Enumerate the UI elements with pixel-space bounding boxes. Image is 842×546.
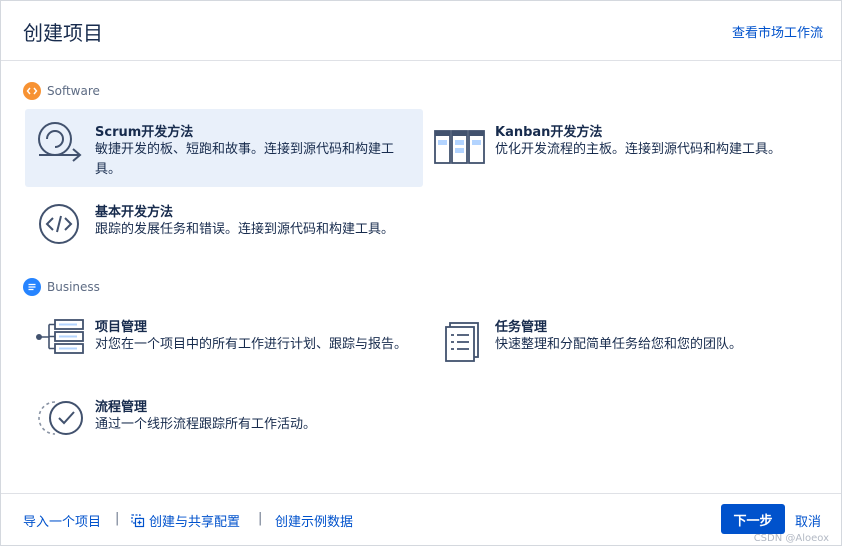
section-business-label: Business [47, 280, 100, 294]
option-kanban-title: Kanban开发方法 [495, 125, 603, 140]
import-project-link[interactable]: 导入一个项目 [23, 511, 101, 530]
sample-data-link[interactable]: 创建示例数据 [275, 511, 353, 530]
option-process-management-title: 流程管理 [95, 400, 148, 415]
next-button[interactable]: 下一步 [721, 504, 785, 534]
option-project-management-desc: 对您在一个项目中的所有工作进行计划、跟踪与报告。 [95, 337, 408, 352]
marketplace-workflows-link[interactable]: 查看市场工作流 [732, 22, 823, 41]
option-project-management[interactable]: 项目管理 对您在一个项目中的所有工作进行计划、跟踪与报告。 [25, 304, 423, 382]
watermark: CSDN @Aloeox [753, 533, 829, 544]
cancel-button[interactable]: 取消 [795, 511, 821, 530]
option-task-management-desc: 快速整理和分配简单任务给您和您的团队。 [495, 337, 743, 352]
dialog-title: 创建项目 [23, 21, 103, 45]
option-basic-title: 基本开发方法 [95, 205, 174, 220]
option-task-management[interactable]: 任务管理 快速整理和分配简单任务给您和您的团队。 [425, 304, 823, 382]
option-scrum-desc: 敏捷开发的板、短跑和故事。连接到源代码和构建工具。 [95, 142, 395, 177]
footer-separator: | [258, 511, 263, 526]
section-software: Software [23, 81, 100, 101]
option-project-management-title: 项目管理 [95, 320, 148, 335]
copy-config-icon [131, 513, 145, 527]
code-icon [23, 82, 41, 100]
option-process-management[interactable]: 流程管理 通过一个线形流程跟踪所有工作活动。 [25, 384, 423, 462]
option-scrum-title: Scrum开发方法 [95, 125, 194, 140]
task-list-icon [433, 312, 489, 362]
option-scrum[interactable]: Scrum开发方法 敏捷开发的板、短跑和故事。连接到源代码和构建工具。 [25, 109, 423, 187]
dialog-footer: 导入一个项目 | 创建与共享配置 | 创建示例数据 下一步 取消 [1, 493, 841, 545]
scrum-loop-icon [33, 117, 89, 167]
section-software-label: Software [47, 84, 100, 98]
project-tree-icon [33, 312, 89, 362]
code-brackets-icon [33, 197, 89, 247]
shared-config-link[interactable]: 创建与共享配置 [131, 511, 240, 530]
document-lines-icon [23, 278, 41, 296]
kanban-board-icon [433, 117, 489, 167]
option-basic[interactable]: 基本开发方法 跟踪的发展任务和错误。连接到源代码和构建工具。 [25, 189, 423, 267]
shared-config-label: 创建与共享配置 [149, 515, 241, 530]
option-basic-desc: 跟踪的发展任务和错误。连接到源代码和构建工具。 [95, 222, 395, 237]
option-kanban[interactable]: Kanban开发方法 优化开发流程的主板。连接到源代码和构建工具。 [425, 109, 823, 187]
process-check-icon [33, 392, 89, 442]
dialog-header: 创建项目 查看市场工作流 [1, 1, 841, 61]
option-process-management-desc: 通过一个线形流程跟踪所有工作活动。 [95, 417, 317, 432]
option-task-management-title: 任务管理 [495, 320, 548, 335]
create-project-dialog: 创建项目 查看市场工作流 Software Scrum开发方法 敏捷开发的板、短… [0, 0, 842, 546]
option-kanban-desc: 优化开发流程的主板。连接到源代码和构建工具。 [495, 142, 782, 157]
section-business: Business [23, 277, 100, 297]
footer-separator: | [115, 511, 120, 526]
